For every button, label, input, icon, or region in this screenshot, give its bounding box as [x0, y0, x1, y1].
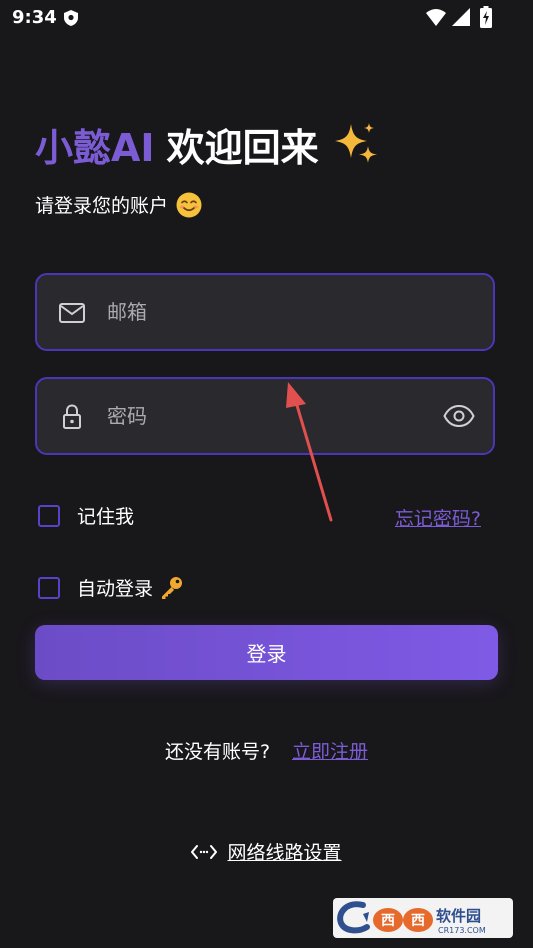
auto-login-label: 自动登录	[77, 578, 154, 600]
email-field[interactable]	[107, 275, 427, 349]
annotation-arrow	[286, 382, 333, 522]
eye-icon[interactable]	[443, 403, 475, 429]
register-row: 还没有账号? 立即注册	[0, 737, 533, 764]
shield-icon	[64, 10, 78, 26]
remember-me-label: 记住我	[77, 506, 135, 528]
code-brackets-icon	[191, 844, 218, 859]
svg-text:软件园: 软件园	[436, 907, 481, 925]
brand-name: 小懿AI	[35, 125, 155, 170]
sparkles-icon	[334, 123, 377, 163]
auto-login-row[interactable]: 自动登录	[38, 574, 185, 601]
auto-login-checkbox[interactable]	[38, 576, 60, 599]
mail-icon	[59, 303, 85, 323]
forgot-password-link[interactable]: 忘记密码?	[395, 504, 481, 531]
svg-text:西: 西	[411, 913, 425, 929]
lock-icon	[63, 404, 81, 429]
subtitle: 请登录您的账户	[35, 191, 202, 218]
welcome-text: 欢迎回来	[166, 125, 319, 170]
register-prompt: 还没有账号?	[164, 741, 271, 763]
signal-icon	[452, 8, 470, 26]
email-input-box[interactable]	[35, 273, 495, 351]
status-time: 9:34	[12, 7, 57, 28]
svg-text:CR173.COM: CR173.COM	[438, 926, 486, 935]
network-settings-link[interactable]: 网络线路设置	[0, 838, 533, 865]
subtitle-text: 请登录您的账户	[35, 195, 169, 217]
login-screen: 9:34 小懿AI 欢迎回来 请登录您的账户 邮箱 记住我 忘记密码? 自动登录…	[0, 0, 533, 948]
wifi-icon	[426, 9, 446, 26]
svg-text:西: 西	[381, 913, 395, 929]
smiling-face-icon	[176, 192, 202, 217]
status-bar: 9:34	[0, 0, 533, 36]
password-input-box[interactable]	[35, 377, 495, 455]
remember-me-row[interactable]: 记住我	[38, 502, 134, 529]
page-title: 小懿AI 欢迎回来	[35, 118, 379, 170]
battery-charging-icon	[480, 6, 492, 28]
watermark-logo-image: 西 西 软件园 CR173.COM	[337, 901, 486, 935]
remember-me-checkbox[interactable]	[38, 504, 60, 527]
watermark-logo: 西 西 软件园 CR173.COM	[333, 898, 513, 938]
login-button[interactable]: 登录	[35, 625, 498, 680]
register-link[interactable]: 立即注册	[292, 737, 368, 764]
password-field[interactable]	[107, 379, 427, 453]
network-settings-label: 网络线路设置	[227, 842, 342, 864]
key-icon	[162, 576, 183, 599]
